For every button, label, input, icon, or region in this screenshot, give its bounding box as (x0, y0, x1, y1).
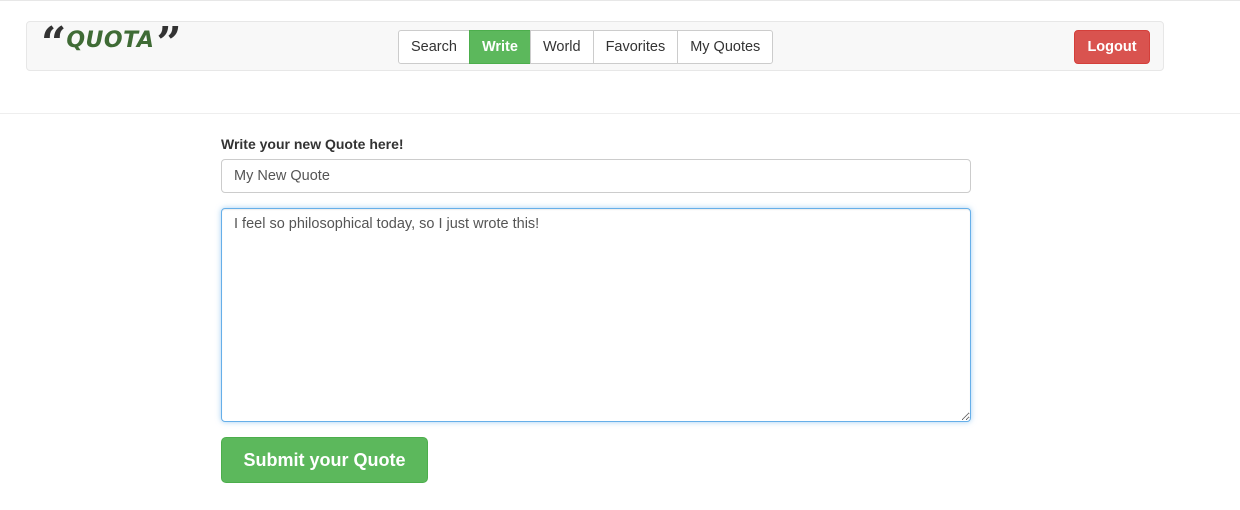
open-quote-icon: “ (41, 18, 66, 69)
header-divider (0, 113, 1240, 114)
quote-body-textarea[interactable]: I feel so philosophical today, so I just… (221, 208, 971, 422)
close-quote-icon: ” (156, 18, 181, 69)
main-nav: Search Write World Favorites My Quotes (398, 30, 774, 64)
nav-favorites-button[interactable]: Favorites (592, 30, 679, 64)
nav-write-button[interactable]: Write (468, 30, 531, 64)
nav-my-quotes-button[interactable]: My Quotes (677, 30, 774, 64)
logout-button[interactable]: Logout (1074, 30, 1150, 64)
brand-name: QUOTA (66, 27, 155, 53)
brand-logo[interactable]: “ QUOTA ” (41, 22, 182, 66)
quote-title-input[interactable] (221, 159, 971, 193)
top-border (0, 0, 1240, 1)
nav-world-button[interactable]: World (529, 30, 594, 64)
form-label: Write your new Quote here! (221, 136, 404, 152)
nav-search-button[interactable]: Search (398, 30, 470, 64)
navbar: “ QUOTA ” Search Write World Favorites M… (26, 21, 1164, 71)
submit-quote-button[interactable]: Submit your Quote (221, 437, 428, 483)
